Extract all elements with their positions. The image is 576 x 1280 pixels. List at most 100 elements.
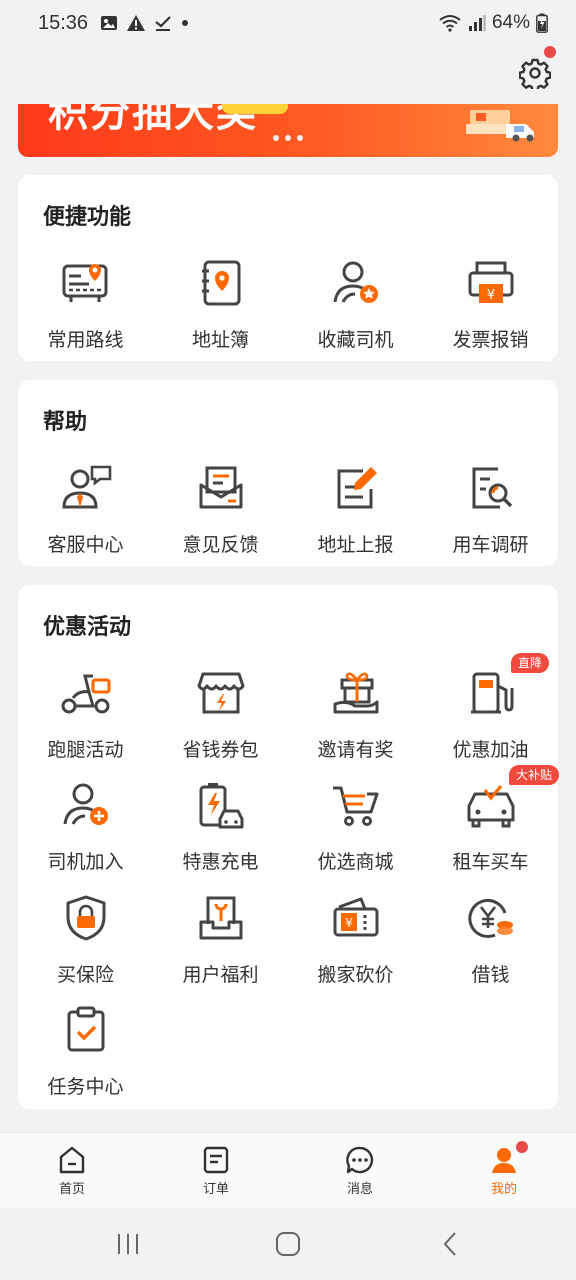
favorite-driver-icon <box>333 261 378 303</box>
promo-banner[interactable]: 积分抽大奖 <box>18 104 558 157</box>
system-navigation-bar <box>0 1208 576 1280</box>
promo-label: 优选商城 <box>317 851 394 873</box>
back-icon <box>443 1232 456 1256</box>
invoice-printer-icon: ¥ <box>468 261 513 303</box>
home-nav-button[interactable] <box>258 1226 318 1262</box>
scooter-icon <box>61 674 110 714</box>
truck-illustration-icon <box>466 110 534 142</box>
shortcut-label: 收藏司机 <box>317 329 394 351</box>
gear-icon <box>519 58 551 89</box>
insurance-shield-icon <box>66 895 105 941</box>
banner-pill <box>222 104 288 114</box>
driver-join-icon <box>63 783 108 825</box>
promo-label: 借钱 <box>471 964 510 986</box>
promo-label: 买保险 <box>56 964 114 986</box>
feedback-mail-icon <box>199 466 242 509</box>
tab-orders[interactable]: 订单 <box>144 1133 288 1209</box>
recent-apps-icon <box>118 1234 138 1254</box>
promo-label: 搬家砍价 <box>317 964 394 986</box>
promo-label: 跑腿活动 <box>47 739 124 761</box>
carousel-dot-2 <box>285 135 291 141</box>
help-label: 意见反馈 <box>182 534 259 556</box>
wifi-icon <box>439 15 461 32</box>
shortcut-invoice[interactable]: ¥ 发票报销 <box>423 255 558 355</box>
task-clipboard-icon <box>67 1006 104 1052</box>
carousel-dot-3 <box>297 135 303 141</box>
checkmark-notification-icon <box>155 16 171 31</box>
status-bar: 15:36 64% <box>0 0 576 46</box>
tab-label: 订单 <box>202 1182 229 1197</box>
route-map-icon <box>62 264 107 302</box>
shortcut-label: 发票报销 <box>452 329 529 351</box>
warning-notification-icon <box>127 15 146 31</box>
promo-fuel[interactable]: 优惠加油 直降 <box>423 653 558 765</box>
carousel-dot-1 <box>273 135 279 141</box>
gift-invite-icon <box>333 672 378 714</box>
profile-icon <box>492 1148 516 1173</box>
more-notifications-dot-icon <box>182 20 189 26</box>
settings-button[interactable] <box>516 46 556 92</box>
recent-apps-button[interactable] <box>98 1226 158 1262</box>
promo-errand[interactable]: 跑腿活动 <box>18 665 153 765</box>
bottom-tab-bar: 首页 订单 消息 我的 <box>0 1132 576 1208</box>
promotions-card: 优惠活动 跑腿活动 省钱券包 邀请有奖 优惠加油 直降 司机加入 特惠充电 优选… <box>18 585 560 1109</box>
tab-label: 消息 <box>346 1182 373 1197</box>
shortcut-favorite-drivers[interactable]: 收藏司机 <box>288 255 423 355</box>
promo-badge: 直降 <box>511 653 550 673</box>
tab-home[interactable]: 首页 <box>0 1133 144 1209</box>
survey-search-icon <box>472 467 512 509</box>
moving-wallet-icon: ¥ <box>333 897 378 937</box>
promo-task-center[interactable]: 任务中心 <box>18 1002 153 1102</box>
promo-label: 任务中心 <box>47 1076 124 1098</box>
section-title: 优惠活动 <box>43 615 132 640</box>
quick-functions-card: 便捷功能 常用路线 地址簿 收藏司机 ¥ 发票报销 <box>18 175 558 361</box>
fuel-pump-icon <box>470 672 513 714</box>
section-title: 便捷功能 <box>43 205 132 230</box>
promo-coupon-pack[interactable]: 省钱券包 <box>153 665 288 765</box>
promo-driver-join[interactable]: 司机加入 <box>18 777 153 877</box>
svg-text:¥: ¥ <box>345 916 353 930</box>
address-report-icon <box>337 467 377 509</box>
promo-invite[interactable]: 邀请有奖 <box>288 665 423 765</box>
promo-label: 特惠充电 <box>182 851 259 873</box>
address-book-icon <box>201 260 240 306</box>
help-label: 客服中心 <box>47 534 124 556</box>
shortcut-address-book[interactable]: 地址簿 <box>153 255 288 355</box>
tab-profile[interactable]: 我的 <box>432 1133 576 1209</box>
home-icon <box>59 1146 85 1174</box>
tab-messages[interactable]: 消息 <box>288 1133 432 1209</box>
back-button[interactable] <box>420 1226 480 1262</box>
promo-label: 租车买车 <box>452 851 529 873</box>
promo-user-benefit[interactable]: 用户福利 <box>153 890 288 990</box>
help-customer-service[interactable]: 客服中心 <box>18 460 153 560</box>
status-time: 15:36 <box>38 11 89 34</box>
gallery-notification-icon <box>101 16 118 30</box>
shortcut-label: 常用路线 <box>47 329 124 351</box>
promo-car-rental[interactable]: 租车买车 大补贴 <box>423 765 560 877</box>
settings-notification-dot <box>544 46 556 58</box>
promo-label: 用户福利 <box>182 964 259 986</box>
promo-mall[interactable]: 优选商城 <box>288 777 423 877</box>
promo-moving-bargain[interactable]: ¥ 搬家砍价 <box>288 890 423 990</box>
help-survey[interactable]: 用车调研 <box>423 460 558 560</box>
shortcut-common-routes[interactable]: 常用路线 <box>18 255 153 355</box>
help-label: 用车调研 <box>452 534 529 556</box>
order-icon <box>203 1146 229 1174</box>
car-rental-icon <box>467 784 514 828</box>
signal-icon <box>468 15 486 31</box>
help-feedback[interactable]: 意见反馈 <box>153 460 288 560</box>
store-coupon-icon <box>197 672 244 714</box>
promo-label: 优惠加油 <box>452 739 529 761</box>
help-label: 地址上报 <box>317 534 394 556</box>
promo-charging[interactable]: 特惠充电 <box>153 777 288 877</box>
promo-insurance[interactable]: 买保险 <box>18 890 153 990</box>
tab-label: 首页 <box>58 1182 85 1197</box>
promo-loan[interactable]: 借钱 <box>423 890 558 990</box>
section-title: 帮助 <box>43 410 88 435</box>
message-icon <box>346 1146 374 1174</box>
shortcut-label: 地址簿 <box>191 329 249 351</box>
shopping-cart-icon <box>332 786 378 826</box>
profile-notification-dot <box>516 1141 528 1153</box>
help-address-report[interactable]: 地址上报 <box>288 460 423 560</box>
battery-percent: 64% <box>491 12 530 33</box>
